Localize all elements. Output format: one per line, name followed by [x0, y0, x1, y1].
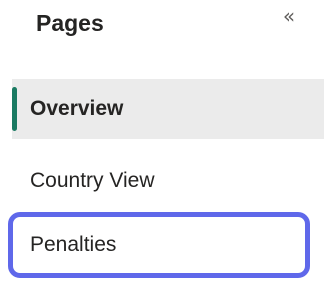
- active-page-indicator: [12, 87, 17, 131]
- collapse-pane-button[interactable]: «: [277, 4, 301, 28]
- page-tab-label: Overview: [30, 97, 124, 120]
- double-chevron-left-icon: «: [282, 4, 296, 28]
- page-tab-label: Penalties: [30, 233, 117, 256]
- pages-title: Pages: [36, 10, 104, 36]
- pages-pane: Pages « Overview Country View Penalties: [0, 0, 324, 289]
- page-tab-penalties[interactable]: Penalties: [8, 212, 310, 278]
- page-tab-overview[interactable]: Overview: [12, 79, 324, 139]
- page-tab-label: Country View: [30, 169, 155, 192]
- page-tab-country-view[interactable]: Country View: [12, 151, 309, 211]
